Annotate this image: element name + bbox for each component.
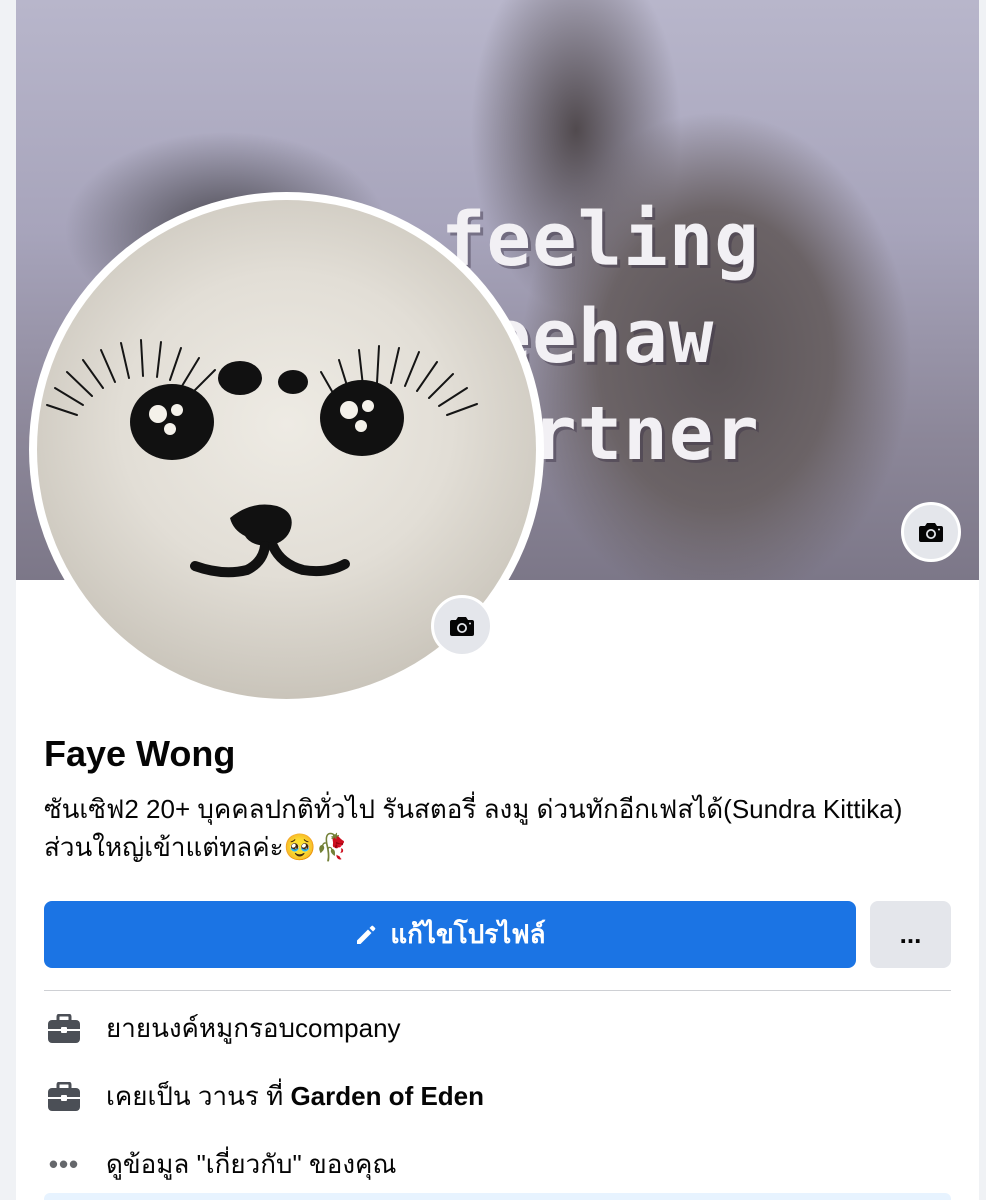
camera-icon [919,523,943,542]
profile-page: feeling yeehaw partner Faye Wong ซันเซิฟ… [16,0,979,1200]
info-item-past-work[interactable]: เคยเป็น วานร ที่ Garden of Eden [44,1076,484,1117]
see-about-info-link[interactable]: ••• ดูข้อมูล "เกี่ยวกับ" ของคุณ [44,1144,397,1185]
current-work-text: ยายนงค์หมูกรอบcompany [106,1013,401,1043]
info-item-current-work[interactable]: ยายนงค์หมูกรอบcompany [44,1008,401,1049]
divider [44,990,951,991]
profile-name: Faye Wong [44,733,236,774]
see-about-info-label: ดูข้อมูล "เกี่ยวกับ" ของคุณ [106,1149,397,1179]
more-options-button[interactable]: ... [870,901,951,968]
pencil-icon [357,925,376,944]
profile-bio: ซันเซิฟ2 20+ บุคคลปกติทั่วไป รันสตอรี่ ล… [44,794,903,862]
edit-profile-button[interactable]: แก้ไขโปรไฟล์ [44,901,856,968]
more-dots-icon: ... [899,919,922,949]
more-dots-icon: ••• [48,1149,80,1179]
past-work-text: เคยเป็น วานร ที่ Garden of Eden [106,1076,484,1117]
camera-icon [450,617,474,636]
edit-cover-photo-button[interactable] [901,502,961,562]
past-work-place: Garden of Eden [290,1081,485,1111]
past-work-prefix: เคยเป็น วานร ที่ [106,1081,291,1111]
next-section-edge [44,1193,951,1200]
briefcase-icon [44,1077,84,1117]
briefcase-icon [44,1009,84,1049]
edit-profile-picture-button[interactable] [431,595,493,657]
edit-profile-label: แก้ไขโปรไฟล์ [390,919,546,949]
